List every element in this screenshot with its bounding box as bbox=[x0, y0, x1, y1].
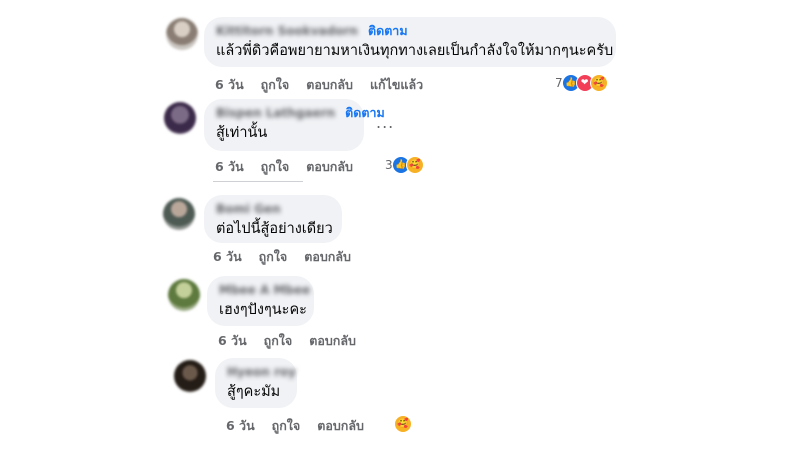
reply-button[interactable]: ตอบกลับ bbox=[317, 416, 364, 436]
commenter-name[interactable]: Bomi Gen bbox=[216, 202, 281, 216]
timestamp[interactable]: 6 วัน bbox=[218, 331, 247, 351]
like-button[interactable]: ถูกใจ bbox=[259, 247, 288, 267]
reply-button[interactable]: ตอบกลับ bbox=[306, 75, 353, 95]
comment-bubble: Hyeon roy สู้ๆคะมัม bbox=[215, 358, 297, 408]
commenter-name[interactable]: Hyeon roy bbox=[227, 365, 296, 379]
care-icon: 🥰 bbox=[394, 415, 412, 433]
comment-actions: 6 วัน ถูกใจ ตอบกลับ bbox=[215, 157, 353, 177]
comment-bubble: Bispen Lathgaern ติดตาม สู้เท่านั้น bbox=[204, 99, 385, 151]
comment-text: ต่อไปนี้สู้อย่างเดียว bbox=[216, 221, 333, 237]
commenter-name[interactable]: Kittitorn Sookvadorn bbox=[216, 24, 358, 38]
reaction-summary[interactable]: 7 👍 ❤ 🥰 bbox=[555, 74, 608, 92]
timestamp[interactable]: 6 วัน bbox=[215, 75, 244, 95]
reaction-summary[interactable]: 3 👍 🥰 bbox=[385, 156, 424, 174]
timestamp[interactable]: 6 วัน bbox=[213, 247, 242, 267]
reply-button[interactable]: ตอบกลับ bbox=[309, 331, 356, 351]
comment-actions: 6 วัน ถูกใจ ตอบกลับ bbox=[226, 416, 364, 436]
comment-actions: 6 วัน ถูกใจ ตอบกลับ แก้ไขแล้ว bbox=[215, 75, 423, 95]
avatar[interactable] bbox=[164, 102, 196, 134]
comment-bubble: Bomi Gen ต่อไปนี้สู้อย่างเดียว bbox=[204, 195, 342, 243]
comment-text: แล้วพี่ดิวคือพยายามหาเงินทุกทางเลยเป็นกำ… bbox=[216, 43, 614, 59]
care-icon: 🥰 bbox=[405, 156, 424, 174]
comment-text: สู้เท่านั้น bbox=[216, 125, 268, 141]
comment-text: สู้ๆคะมัม bbox=[227, 384, 281, 400]
reply-button[interactable]: ตอบกลับ bbox=[304, 247, 351, 267]
avatar[interactable] bbox=[174, 360, 206, 392]
comment-bubble: Kittitorn Sookvadorn ติดตาม แล้วพี่ดิวคื… bbox=[204, 17, 616, 67]
like-button[interactable]: ถูกใจ bbox=[264, 331, 293, 351]
like-button[interactable]: ถูกใจ bbox=[272, 416, 301, 436]
comment-text: เฮงๆปังๆนะคะ bbox=[219, 302, 307, 318]
like-button[interactable]: ถูกใจ bbox=[261, 157, 290, 177]
reaction-summary[interactable]: 🥰 bbox=[394, 415, 412, 433]
thread-divider bbox=[213, 181, 303, 182]
avatar[interactable] bbox=[166, 18, 198, 50]
reply-button[interactable]: ตอบกลับ bbox=[306, 157, 353, 177]
avatar[interactable] bbox=[163, 198, 195, 230]
commenter-name[interactable]: Bispen Lathgaern bbox=[216, 106, 335, 120]
commenter-name[interactable]: Mbee A Mbee bbox=[219, 283, 310, 297]
edited-label: แก้ไขแล้ว bbox=[369, 77, 424, 92]
follow-link[interactable]: ติดตาม bbox=[368, 21, 408, 41]
more-options-icon[interactable]: ... bbox=[376, 113, 394, 132]
avatar[interactable] bbox=[168, 279, 200, 311]
care-icon: 🥰 bbox=[589, 74, 608, 92]
comment-bubble: Mbee A Mbee เฮงๆปังๆนะคะ bbox=[207, 276, 314, 326]
timestamp[interactable]: 6 วัน bbox=[215, 157, 244, 177]
comment-actions: 6 วัน ถูกใจ ตอบกลับ bbox=[218, 331, 356, 351]
like-button[interactable]: ถูกใจ bbox=[261, 75, 290, 95]
timestamp[interactable]: 6 วัน bbox=[226, 416, 255, 436]
comment-actions: 6 วัน ถูกใจ ตอบกลับ bbox=[213, 247, 351, 267]
